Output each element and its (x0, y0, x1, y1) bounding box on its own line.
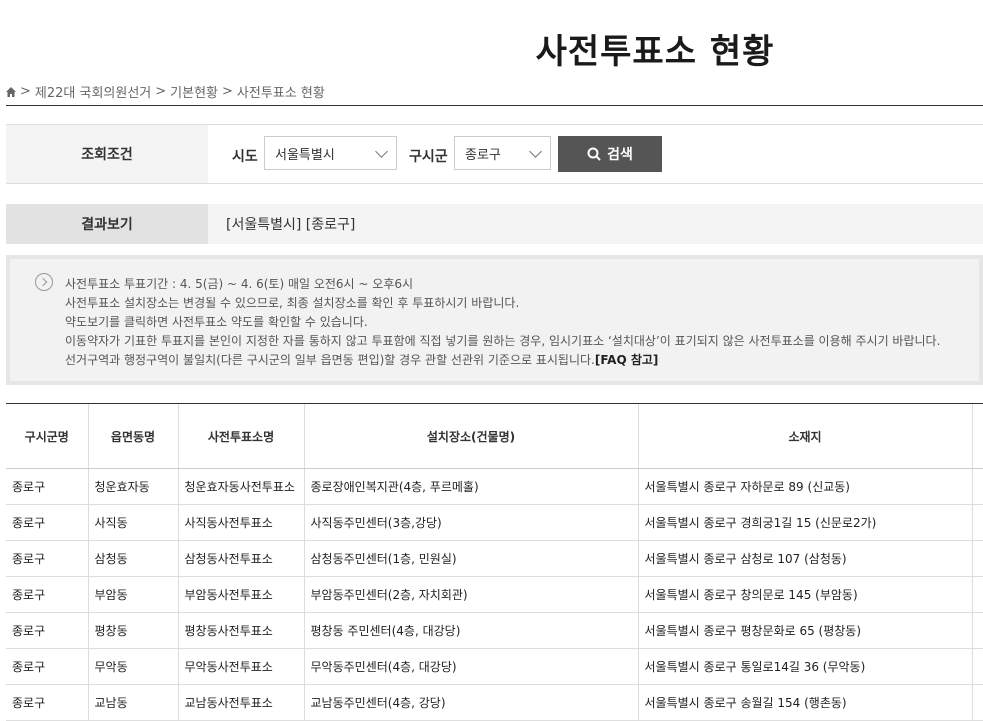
cell-station: 삼청동사전투표소 (178, 540, 305, 577)
breadcrumb-divider (6, 105, 983, 106)
cell-dong: 무악동 (88, 648, 179, 685)
cell-gu: 종로구 (6, 684, 89, 721)
cell-extra (972, 540, 983, 577)
cell-place: 교남동주민센터(4층, 강당) (304, 684, 639, 721)
faq-link[interactable]: [FAQ 참고] (595, 353, 659, 367)
chevron-down-icon (375, 145, 388, 158)
cell-station: 무악동사전투표소 (178, 648, 305, 685)
search-condition-label: 조회조건 (6, 125, 208, 183)
notice-line: 사전투표소 설치장소는 변경될 수 있으므로, 최종 설치장소를 확인 후 투표… (65, 296, 520, 310)
cell-station: 사직동사전투표소 (178, 504, 305, 541)
cell-gu: 종로구 (6, 612, 89, 649)
cell-place: 평창동 주민센터(4층, 대강당) (304, 612, 639, 649)
sido-select-value: 서울특별시 (275, 147, 335, 163)
cell-dong: 부암동 (88, 576, 179, 613)
polling-station-table: 구시군명 읍면동명 사전투표소명 설치장소(건물명) 소재지 종로구 청운효자동… (6, 403, 983, 721)
cell-station: 교남동사전투표소 (178, 684, 305, 721)
search-button-label: 검색 (607, 147, 633, 163)
cell-gu: 종로구 (6, 468, 89, 505)
cell-extra (972, 648, 983, 685)
header-place: 설치장소(건물명) (304, 404, 639, 469)
cell-dong: 평창동 (88, 612, 179, 649)
table-row: 종로구 평창동 평창동사전투표소 평창동 주민센터(4층, 대강당) 서울특별시… (6, 612, 983, 649)
cell-extra (972, 576, 983, 613)
cell-place: 부암동주민센터(2층, 자치회관) (304, 576, 639, 613)
chevron-right-circle-icon (35, 273, 53, 291)
cell-gu: 종로구 (6, 504, 89, 541)
cell-address: 서울특별시 종로구 창의문로 145 (부암동) (638, 576, 973, 613)
cell-gu: 종로구 (6, 576, 89, 613)
cell-station: 부암동사전투표소 (178, 576, 305, 613)
table-header-row: 구시군명 읍면동명 사전투표소명 설치장소(건물명) 소재지 (6, 404, 983, 469)
cell-place: 삼청동주민센터(1층, 민원실) (304, 540, 639, 577)
cell-place: 무악동주민센터(4층, 대강당) (304, 648, 639, 685)
cell-dong: 교남동 (88, 684, 179, 721)
cell-address: 서울특별시 종로구 평창문화로 65 (평창동) (638, 612, 973, 649)
table-row: 종로구 삼청동 삼청동사전투표소 삼청동주민센터(1층, 민원실) 서울특별시 … (6, 540, 983, 577)
cell-station: 평창동사전투표소 (178, 612, 305, 649)
header-dong: 읍면동명 (88, 404, 179, 469)
cell-gu: 종로구 (6, 540, 89, 577)
gu-label: 구시군 (409, 149, 448, 165)
breadcrumb-sep: > (222, 84, 233, 99)
table-row: 종로구 부암동 부암동사전투표소 부암동주민센터(2층, 자치회관) 서울특별시… (6, 576, 983, 613)
cell-address: 서울특별시 종로구 삼청로 107 (삼청동) (638, 540, 973, 577)
sido-select[interactable]: 서울특별시 (264, 136, 397, 170)
breadcrumb-sep: > (155, 84, 167, 99)
notice-line-last: 선거구역과 행정구역이 불일치(다른 구시군의 일부 읍면동 편입)할 경우 관… (65, 351, 940, 370)
notice-line: 사전투표소 투표기간 : 4. 5(금) ~ 4. 6(토) 매일 오전6시 ~… (65, 277, 414, 291)
page-title: 사전투표소 현황 (535, 32, 775, 72)
cell-extra (972, 504, 983, 541)
header-gu: 구시군명 (6, 404, 89, 469)
table-row: 종로구 교남동 교남동사전투표소 교남동주민센터(4층, 강당) 서울특별시 종… (6, 684, 983, 721)
cell-address: 서울특별시 종로구 송월길 154 (행촌동) (638, 684, 973, 721)
notice-line: 이동약자가 기표한 투표지를 본인이 지정한 자를 통하지 않고 투표함에 직접… (65, 334, 941, 348)
header-address: 소재지 (638, 404, 973, 469)
result-label: 결과보기 (6, 204, 208, 244)
cell-extra (972, 612, 983, 649)
cell-place: 사직동주민센터(3층,강당) (304, 504, 639, 541)
header-station: 사전투표소명 (178, 404, 305, 469)
cell-dong: 사직동 (88, 504, 179, 541)
gu-select[interactable]: 종로구 (454, 136, 551, 170)
cell-dong: 삼청동 (88, 540, 179, 577)
header-extra (972, 404, 983, 469)
gu-select-value: 종로구 (465, 147, 501, 163)
cell-address: 서울특별시 종로구 경희궁1길 15 (신문로2가) (638, 504, 973, 541)
breadcrumb-item-current[interactable]: 사전투표소 현황 (237, 82, 325, 101)
cell-address: 서울특별시 종로구 통일로14길 36 (무악동) (638, 648, 973, 685)
chevron-down-icon (529, 145, 542, 158)
breadcrumb-item-basic[interactable]: 기본현황 (170, 82, 218, 101)
home-icon[interactable] (6, 86, 16, 97)
notice-line: 선거구역과 행정구역이 불일치(다른 구시군의 일부 읍면동 편입)할 경우 관… (65, 353, 595, 367)
cell-gu: 종로구 (6, 648, 89, 685)
cell-address: 서울특별시 종로구 자하문로 89 (신교동) (638, 468, 973, 505)
cell-extra (972, 468, 983, 505)
cell-dong: 청운효자동 (88, 468, 179, 505)
result-value: [서울특별시] [종로구] (226, 217, 356, 233)
notice-line: 약도보기를 클릭하면 사전투표소 약도를 확인할 수 있습니다. (65, 315, 368, 329)
search-button[interactable]: 검색 (558, 136, 662, 172)
table-row: 종로구 사직동 사직동사전투표소 사직동주민센터(3층,강당) 서울특별시 종로… (6, 504, 983, 541)
cell-extra (972, 684, 983, 721)
cell-station: 청운효자동사전투표소 (178, 468, 305, 505)
breadcrumb: > 제22대 국회의원선거 > 기본현황 > 사전투표소 현황 (6, 82, 325, 101)
search-panel: 조회조건 시도 서울특별시 구시군 종로구 검색 (6, 124, 983, 184)
table-row: 종로구 무악동 무악동사전투표소 무악동주민센터(4층, 대강당) 서울특별시 … (6, 648, 983, 685)
sido-label: 시도 (232, 149, 258, 165)
breadcrumb-item-election[interactable]: 제22대 국회의원선거 (35, 82, 151, 101)
table-row: 종로구 청운효자동 청운효자동사전투표소 종로장애인복지관(4층, 푸르메홀) … (6, 468, 983, 505)
result-bar: 결과보기 [서울특별시] [종로구] (6, 204, 983, 244)
search-icon (587, 147, 601, 161)
breadcrumb-sep: > (20, 84, 31, 99)
cell-place: 종로장애인복지관(4층, 푸르메홀) (304, 468, 639, 505)
notice-box: 사전투표소 투표기간 : 4. 5(금) ~ 4. 6(토) 매일 오전6시 ~… (6, 255, 983, 385)
